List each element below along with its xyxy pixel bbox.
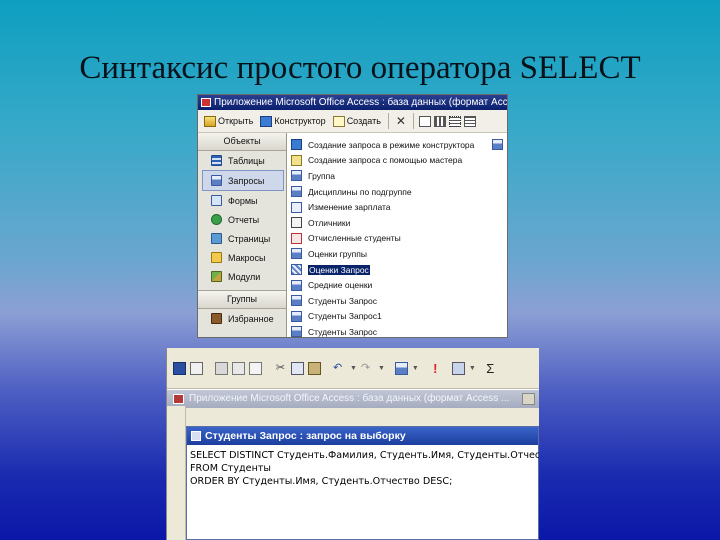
sql-toolbar: ✂ ↶ ▼ ↷ ▼ ▼ ! ▼ Σ: [167, 348, 539, 389]
maketable-query-icon: [291, 217, 302, 229]
query-type-icon[interactable]: [394, 361, 408, 375]
favorites-icon: [211, 313, 222, 324]
database-window: Приложение Microsoft Office Access : баз…: [197, 94, 508, 338]
list-view-icon[interactable]: [448, 115, 461, 127]
object-pages[interactable]: Страницы: [198, 229, 286, 248]
list-item[interactable]: Создание запроса в режиме конструктора: [291, 137, 507, 153]
object-queries[interactable]: Запросы: [202, 170, 284, 191]
query-icon: [291, 279, 302, 291]
query-type-dropdown-icon[interactable]: ▼: [412, 365, 419, 372]
redo-icon[interactable]: ↷: [361, 362, 374, 375]
list-item-selected[interactable]: Оценки Запрос: [291, 262, 507, 278]
query-icon: [492, 139, 504, 151]
large-icons-icon[interactable]: [418, 115, 431, 127]
cut-icon[interactable]: ✂: [274, 362, 287, 375]
sql-editor[interactable]: SELECT DISTINCT Студенть.Фамилия, Студен…: [187, 445, 539, 492]
totals-sigma-icon[interactable]: Σ: [484, 362, 497, 375]
access-app-icon: [201, 98, 211, 107]
list-item[interactable]: Оценки группы: [291, 246, 507, 262]
sql-app-titlebar[interactable]: Приложение Microsoft Office Access : баз…: [167, 389, 539, 408]
undo-icon[interactable]: ↶: [333, 362, 346, 375]
report-icon: [211, 214, 222, 225]
open-icon: [204, 115, 216, 127]
update-query-icon: [291, 201, 302, 213]
module-icon: [211, 271, 222, 282]
object-forms[interactable]: Формы: [198, 191, 286, 210]
design-query-icon: [291, 139, 302, 151]
open-button[interactable]: Открыть: [202, 115, 255, 127]
macro-icon: [211, 252, 222, 263]
database-window-titlebar[interactable]: Приложение Microsoft Office Access : баз…: [198, 95, 507, 110]
list-item[interactable]: Студенты Запрос: [291, 324, 507, 337]
database-window-title: Приложение Microsoft Office Access : баз…: [214, 97, 507, 108]
toolbar-separator: [412, 113, 414, 129]
database-toolbar: Открыть Конструктор Создать ✕: [198, 110, 507, 133]
save-icon[interactable]: [173, 361, 186, 375]
wizard-query-icon: [291, 154, 302, 166]
slide-title: Синтаксис простого оператора SELECT: [79, 50, 641, 86]
list-item[interactable]: Студенты Запрос1: [291, 309, 507, 325]
query-icon: [291, 170, 302, 182]
copy-icon[interactable]: [291, 361, 304, 375]
group-favorites[interactable]: Избранное: [198, 309, 286, 328]
new-icon: [332, 115, 345, 127]
search-icon[interactable]: [190, 361, 203, 375]
list-item[interactable]: Дисциплины по подгруппе: [291, 184, 507, 200]
details-view-icon[interactable]: [463, 115, 476, 127]
run-icon[interactable]: !: [429, 362, 442, 375]
undo-dropdown-icon[interactable]: ▼: [350, 365, 357, 372]
query-window: Студенты Запрос : запрос на выборку SELE…: [186, 426, 539, 540]
form-icon: [211, 195, 222, 206]
redo-dropdown-icon[interactable]: ▼: [378, 365, 385, 372]
print-icon[interactable]: [215, 361, 228, 375]
list-item[interactable]: Группа: [291, 168, 507, 184]
query-icon: [291, 310, 302, 322]
table-icon: [211, 155, 222, 166]
query-icon: [291, 295, 302, 307]
show-table-icon[interactable]: [451, 361, 465, 375]
list-item[interactable]: Отличники: [291, 215, 507, 231]
objects-pane: Объекты Таблицы Запросы Формы Отчеты Стр…: [198, 133, 287, 337]
print-preview-icon[interactable]: [232, 361, 245, 375]
query-list: Создание запроса в режиме конструктора С…: [287, 133, 507, 337]
delete-query-icon: [291, 232, 302, 244]
list-item[interactable]: Студенты Запрос: [291, 293, 507, 309]
show-table-dropdown-icon[interactable]: ▼: [469, 365, 476, 372]
spelling-icon[interactable]: [249, 361, 262, 375]
access-app-icon: [173, 394, 184, 404]
side-strip: [167, 406, 186, 540]
object-tables[interactable]: Таблицы: [198, 151, 286, 170]
small-icons-icon[interactable]: [433, 115, 446, 127]
design-icon: [260, 115, 273, 127]
designer-button[interactable]: Конструктор: [258, 115, 327, 127]
sql-line: FROM Студенты: [190, 463, 271, 474]
list-item[interactable]: Создание запроса с помощью мастера: [291, 153, 507, 169]
list-item[interactable]: Отчисленные студенты: [291, 231, 507, 247]
sql-line: SELECT DISTINCT Студенть.Фамилия, Студен…: [190, 450, 539, 461]
toolbar-separator: [387, 113, 389, 129]
query-icon: [291, 186, 302, 198]
page-icon: [211, 233, 222, 244]
objects-header[interactable]: Объекты: [198, 133, 286, 151]
list-item[interactable]: Средние оценки: [291, 277, 507, 293]
query-icon: [291, 326, 302, 337]
list-item[interactable]: Изменение зарплата: [291, 199, 507, 215]
minimize-button[interactable]: [522, 393, 535, 405]
sql-app-window: ✂ ↶ ▼ ↷ ▼ ▼ ! ▼ Σ Приложение Microsoft O…: [166, 348, 539, 540]
query-icon: [191, 431, 201, 441]
sql-line: ORDER BY Студенты.Имя, Студенть.Отчество…: [190, 476, 453, 487]
create-button[interactable]: Создать: [331, 115, 383, 127]
query-icon: [291, 248, 302, 260]
crosstab-query-icon: [291, 264, 302, 276]
query-icon: [211, 175, 222, 186]
object-modules[interactable]: Модули: [198, 267, 286, 286]
object-macros[interactable]: Макросы: [198, 248, 286, 267]
object-reports[interactable]: Отчеты: [198, 210, 286, 229]
query-window-titlebar[interactable]: Студенты Запрос : запрос на выборку: [187, 427, 538, 445]
groups-header[interactable]: Группы: [198, 290, 286, 309]
paste-icon[interactable]: [308, 361, 321, 375]
delete-icon[interactable]: ✕: [394, 114, 408, 128]
